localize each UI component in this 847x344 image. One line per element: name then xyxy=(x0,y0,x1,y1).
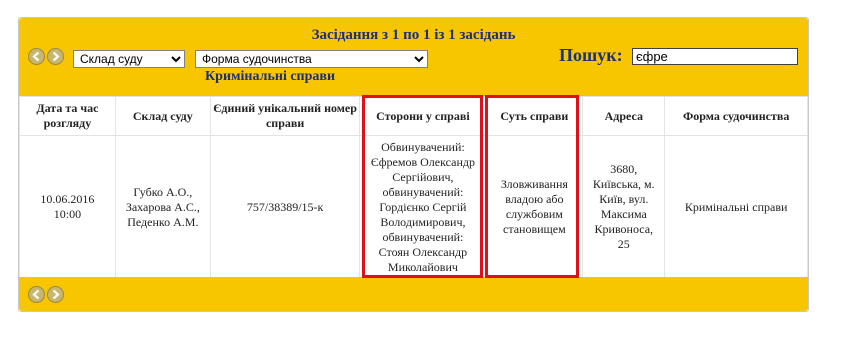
prev-page-button[interactable] xyxy=(28,48,45,65)
next-arrow-icon xyxy=(52,289,60,300)
column-header-form[interactable]: Форма судочинства xyxy=(664,96,808,136)
cell-address: 3680, Київська, м. Київ, вул. Максима Кр… xyxy=(582,135,666,279)
parties-highlight-box xyxy=(362,95,483,278)
column-header-case-number[interactable]: Єдиний унікальний номер справи xyxy=(209,96,361,136)
court-composition-select[interactable]: Склад суду xyxy=(73,50,185,68)
next-page-button[interactable] xyxy=(47,48,64,65)
column-header-address[interactable]: Адреса xyxy=(582,96,666,136)
cell-form: Кримінальні справи xyxy=(664,135,808,279)
prev-arrow-icon xyxy=(32,51,40,62)
prev-arrow-icon xyxy=(32,289,40,300)
next-page-button-bottom[interactable] xyxy=(47,286,64,303)
case-essence-highlight-box xyxy=(485,95,579,278)
cell-case-number: 757/38389/15-к xyxy=(209,135,361,279)
top-toolbar: Засідання з 1 по 1 із 1 засідань Склад с… xyxy=(19,18,808,96)
cell-court: Губко А.О., Захарова А.С., Педенко А.М. xyxy=(114,135,211,279)
next-arrow-icon xyxy=(52,51,60,62)
column-header-court[interactable]: Склад суду xyxy=(114,96,211,136)
column-header-date[interactable]: Дата та час розгляду xyxy=(19,96,116,136)
page-title: Засідання з 1 по 1 із 1 засідань xyxy=(311,27,516,43)
prev-page-button-bottom[interactable] xyxy=(28,286,45,303)
cell-date: 10.06.2016 10:00 xyxy=(19,135,116,279)
bottom-toolbar xyxy=(19,277,808,311)
proceedings-form-select[interactable]: Форма судочинства xyxy=(195,50,428,68)
search-label: Пошук: xyxy=(559,45,623,65)
selected-form-label: Кримінальні справи xyxy=(205,69,336,84)
search-input[interactable] xyxy=(632,48,798,65)
